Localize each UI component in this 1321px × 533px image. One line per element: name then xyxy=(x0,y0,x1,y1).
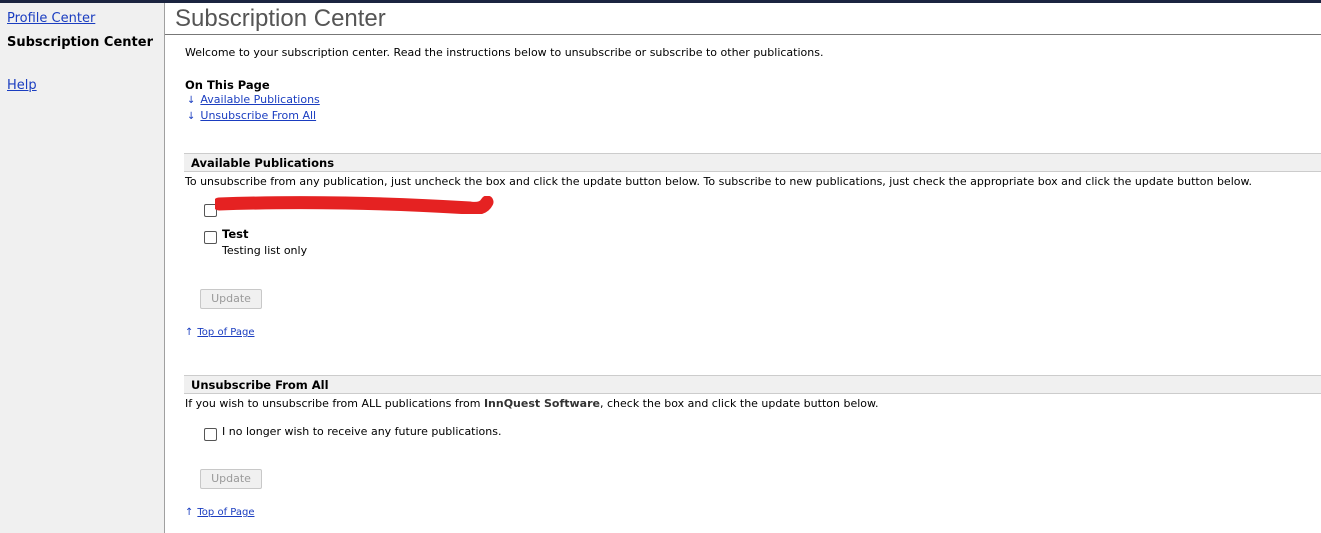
top-of-page-link-1[interactable]: Top of Page xyxy=(197,327,254,338)
unsubscribe-all-label[interactable]: I no longer wish to receive any future p… xyxy=(222,425,501,438)
on-this-page-heading: On This Page xyxy=(185,78,270,92)
instructions-text: , check the box and click the update but… xyxy=(599,397,879,410)
page-title: Subscription Center xyxy=(175,5,386,32)
publication-name: Test xyxy=(222,227,249,241)
unsubscribe-instructions: If you wish to unsubscribe from ALL publ… xyxy=(185,397,878,410)
unsubscribe-all-checkbox[interactable] xyxy=(204,428,217,441)
anchor-unsubscribe-all: ↓ Unsubscribe From All xyxy=(187,109,316,122)
redaction-mark xyxy=(215,196,494,214)
top-of-page-link-2[interactable]: Top of Page xyxy=(197,507,254,518)
update-button-publications[interactable]: Update xyxy=(200,289,262,309)
update-button-unsubscribe[interactable]: Update xyxy=(200,469,262,489)
company-name: InnQuest Software xyxy=(483,397,600,410)
publication-description: Testing list only xyxy=(222,244,308,257)
arrow-down-icon: ↓ xyxy=(187,95,196,106)
main-content: Subscription Center Welcome to your subs… xyxy=(165,3,1321,533)
anchor-link-unsubscribe-all[interactable]: Unsubscribe From All xyxy=(200,109,316,122)
sidebar-link-profile-center[interactable]: Profile Center xyxy=(7,11,95,26)
top-of-page-link: ↑ Top of Page xyxy=(185,327,254,338)
anchor-available-publications: ↓ Available Publications xyxy=(187,93,320,106)
anchor-link-available-publications[interactable]: Available Publications xyxy=(200,93,319,106)
section-header-available-publications: Available Publications xyxy=(184,153,1321,172)
title-divider xyxy=(165,34,1321,35)
instructions-text: If you wish to unsubscribe from ALL publ… xyxy=(185,397,484,410)
section-header-unsubscribe-all: Unsubscribe From All xyxy=(184,375,1321,394)
arrow-up-icon: ↑ xyxy=(185,327,194,338)
available-instructions: To unsubscribe from any publication, jus… xyxy=(185,175,1252,188)
arrow-down-icon: ↓ xyxy=(187,111,196,122)
top-of-page-link: ↑ Top of Page xyxy=(185,507,254,518)
arrow-up-icon: ↑ xyxy=(185,507,194,518)
publication-checkbox-test[interactable] xyxy=(204,231,217,244)
sidebar-link-help[interactable]: Help xyxy=(7,78,37,93)
sidebar: Profile Center Subscription Center Help xyxy=(0,3,165,533)
welcome-text: Welcome to your subscription center. Rea… xyxy=(185,46,824,59)
sidebar-item-subscription-center: Subscription Center xyxy=(7,35,153,50)
